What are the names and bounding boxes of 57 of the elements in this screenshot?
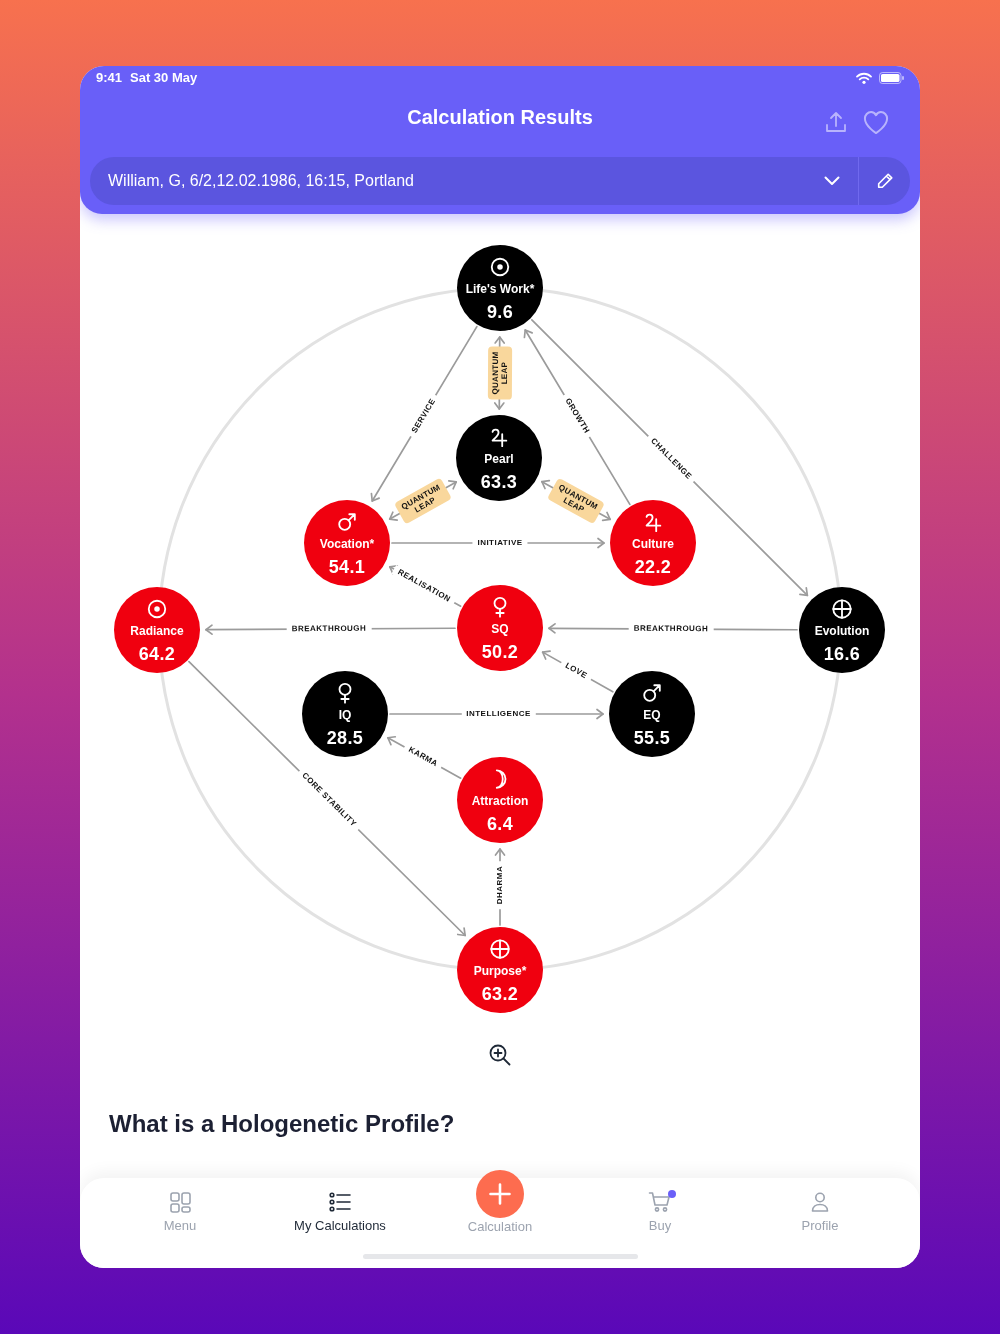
profile-dropdown[interactable]: William, G, 6/2,12.02.1986, 16:15, Portland bbox=[90, 157, 858, 205]
node-label: Life's Work* bbox=[465, 282, 535, 296]
node-value: 55.5 bbox=[633, 727, 671, 749]
wifi-icon bbox=[856, 72, 872, 84]
node-value: 6.4 bbox=[486, 813, 514, 835]
node-value: 63.3 bbox=[480, 471, 518, 493]
node-value: 9.6 bbox=[486, 301, 514, 323]
mars-symbol-icon bbox=[641, 682, 663, 704]
node-label: Culture bbox=[632, 537, 674, 551]
list-icon bbox=[328, 1190, 352, 1214]
edge-badge: QUANTUM LEAP bbox=[487, 346, 512, 400]
grid-icon bbox=[168, 1190, 192, 1214]
action-tab[interactable]: Calculation bbox=[467, 1170, 533, 1235]
circled-cross-icon bbox=[489, 938, 511, 960]
node-value: 54.1 bbox=[328, 556, 366, 578]
chevron-down-icon bbox=[824, 176, 840, 186]
edge-label: BREAKTHROUGH bbox=[286, 623, 371, 635]
tab-item[interactable]: My Calculations bbox=[260, 1190, 420, 1234]
node-value: 16.6 bbox=[823, 643, 861, 665]
upload-icon bbox=[824, 110, 848, 134]
node-value: 64.2 bbox=[138, 643, 176, 665]
edge-label: INITIATIVE bbox=[472, 538, 528, 548]
node-label: EQ bbox=[643, 708, 661, 722]
heart-icon bbox=[862, 109, 890, 135]
circled-cross-icon bbox=[831, 598, 853, 620]
cart-icon bbox=[648, 1190, 672, 1214]
node-value: 22.2 bbox=[634, 556, 672, 578]
share-button[interactable] bbox=[824, 110, 848, 134]
node-value: 63.2 bbox=[481, 983, 519, 1005]
status-time: 9:41 bbox=[96, 69, 123, 88]
section-heading: What is a Hologenetic Profile? bbox=[108, 1109, 456, 1139]
battery-icon bbox=[879, 72, 904, 84]
screen-title: Calculation Results bbox=[407, 105, 593, 130]
edge-label: INTELLIGENCE bbox=[461, 709, 536, 719]
node-value: 28.5 bbox=[326, 727, 364, 749]
node-label: Radiance bbox=[130, 624, 184, 638]
edge-label: BREAKTHROUGH bbox=[628, 623, 714, 635]
favorite-button[interactable] bbox=[862, 109, 890, 135]
node-label: SQ bbox=[491, 622, 509, 636]
tab-item[interactable]: Buy bbox=[580, 1190, 740, 1234]
node-label: Vocation* bbox=[319, 537, 375, 551]
node-label: IQ bbox=[338, 708, 352, 722]
node-label: Attraction bbox=[471, 794, 529, 808]
status-date: Sat 30 May bbox=[130, 69, 198, 88]
pencil-icon bbox=[875, 172, 894, 190]
mars-symbol-icon bbox=[336, 511, 358, 533]
tab-item[interactable]: Profile bbox=[740, 1190, 900, 1234]
node-value: 50.2 bbox=[481, 641, 519, 663]
node-label: Evolution bbox=[814, 624, 870, 638]
zoom-in-button[interactable] bbox=[488, 1043, 512, 1067]
edge-label: DHARMA bbox=[495, 860, 505, 910]
zoom-in-icon bbox=[488, 1043, 512, 1067]
node-label: Purpose* bbox=[473, 964, 527, 978]
node-label: Pearl bbox=[484, 452, 514, 466]
tab-item[interactable]: Menu bbox=[100, 1190, 260, 1234]
circled-dot-icon bbox=[489, 256, 511, 278]
circled-dot-icon bbox=[146, 598, 168, 620]
